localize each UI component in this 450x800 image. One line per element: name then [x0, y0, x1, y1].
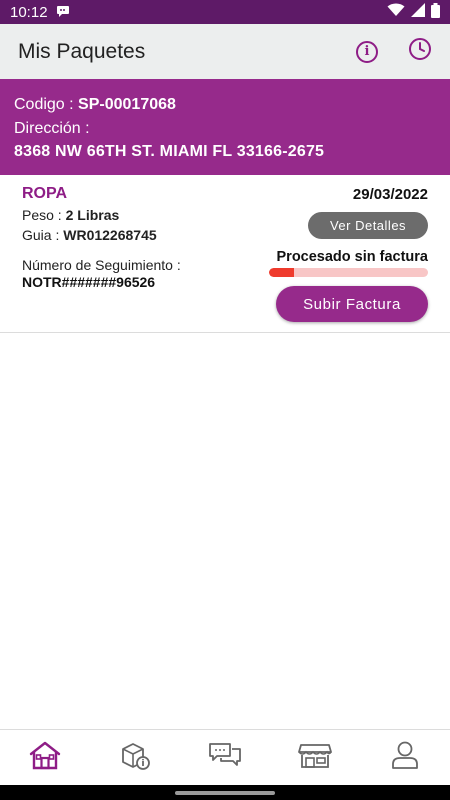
nav-profile[interactable]: [380, 738, 430, 778]
weight-label: Peso :: [22, 207, 66, 223]
info-icon[interactable]: i: [356, 40, 378, 63]
notification-icon: [56, 5, 70, 20]
app-bar: Mis Paquetes i: [0, 24, 450, 79]
store-icon: [298, 741, 332, 774]
home-gesture-pill[interactable]: [175, 791, 275, 795]
package-card[interactable]: ROPA 29/03/2022 Peso : 2 Libras Guia : W…: [0, 175, 450, 333]
chat-icon: [208, 741, 242, 774]
upload-invoice-button[interactable]: Subir Factura: [276, 286, 428, 322]
package-info-icon: [119, 740, 151, 775]
status-time: 10:12: [10, 3, 48, 21]
package-date: 29/03/2022: [352, 186, 428, 203]
user-icon: [390, 740, 420, 775]
guide-label: Guia :: [22, 227, 64, 243]
code-line: Codigo : SP-00017068: [14, 93, 436, 117]
status-bar: 10:12: [0, 0, 450, 24]
home-icon: [28, 740, 62, 775]
bottom-navigation: [0, 729, 450, 785]
page-title: Mis Paquetes: [18, 39, 146, 63]
status-progress-bar: [269, 268, 428, 277]
nav-home[interactable]: [20, 738, 70, 778]
guide-value: WR012268745: [63, 227, 157, 243]
nav-chat[interactable]: [200, 738, 250, 778]
view-details-button[interactable]: Ver Detalles: [308, 212, 428, 239]
address-panel: Codigo : SP-00017068 Dirección : 8368 NW…: [0, 79, 450, 175]
code-value: SP-00017068: [78, 96, 176, 113]
battery-icon: [431, 2, 440, 22]
system-navigation-bar: [0, 785, 450, 800]
nav-packages[interactable]: [110, 738, 160, 778]
history-icon[interactable]: [408, 37, 432, 66]
address-label: Dirección :: [14, 120, 90, 137]
status-label: Procesado sin factura: [276, 249, 429, 265]
nav-store[interactable]: [290, 738, 340, 778]
weight-value: 2 Libras: [65, 207, 120, 223]
signal-icon: [411, 3, 425, 21]
address-value: 8368 NW 66TH ST. MIAMI FL 33166-2675: [14, 143, 325, 160]
code-label: Codigo :: [14, 96, 79, 113]
wifi-icon: [387, 3, 405, 21]
status-progress-fill: [269, 268, 295, 277]
